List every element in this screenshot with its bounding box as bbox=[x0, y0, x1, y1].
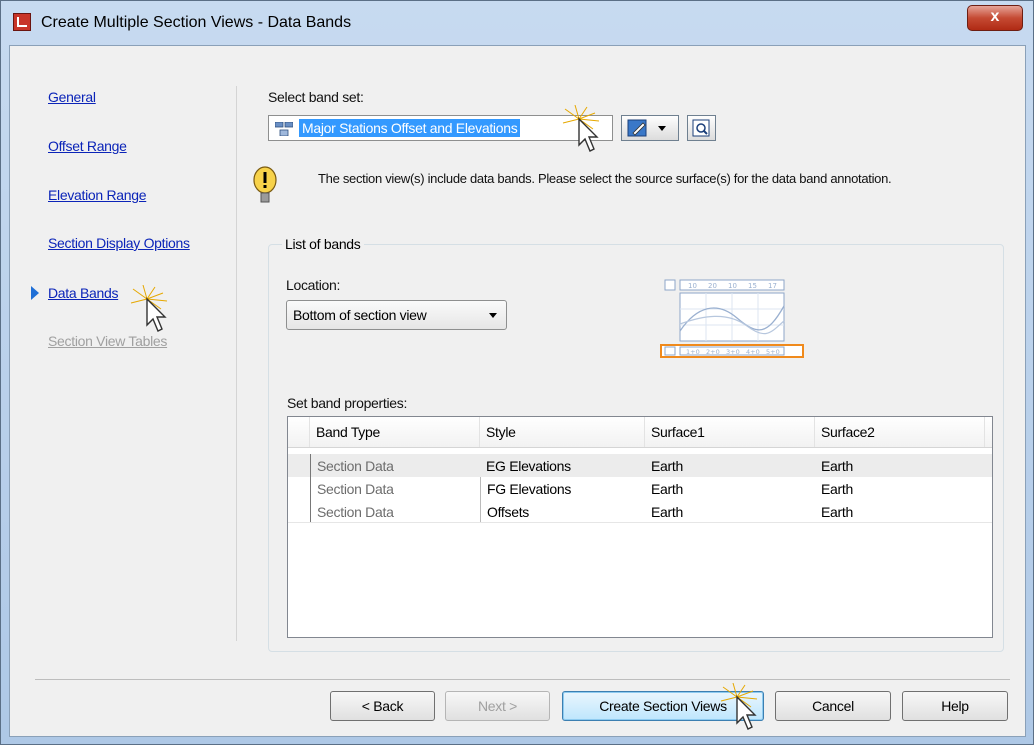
nav-divider bbox=[236, 86, 237, 641]
cell-surface2[interactable]: Earth bbox=[815, 477, 985, 500]
footer-divider bbox=[35, 679, 1010, 680]
back-button[interactable]: < Back bbox=[330, 691, 435, 721]
app-icon bbox=[13, 13, 31, 31]
row-header-corner bbox=[288, 417, 310, 447]
table-row[interactable]: Section Data EG Elevations Earth Earth bbox=[288, 454, 992, 477]
preview-bottom-tick: 3+0 bbox=[726, 348, 740, 356]
preview-top-tick: 17 bbox=[768, 282, 777, 290]
lightbulb-icon bbox=[253, 166, 277, 203]
cancel-button[interactable]: Cancel bbox=[775, 691, 891, 721]
cell-style[interactable]: FG Elevations bbox=[480, 477, 645, 500]
next-button: Next > bbox=[445, 691, 550, 721]
list-of-bands-title: List of bands bbox=[282, 236, 364, 252]
cell-style[interactable]: EG Elevations bbox=[480, 454, 645, 477]
location-dropdown[interactable]: Bottom of section view bbox=[286, 300, 507, 330]
window-title: Create Multiple Section Views - Data Ban… bbox=[41, 14, 352, 31]
column-header-band-type[interactable]: Band Type bbox=[310, 417, 480, 447]
preview-bottom-tick: 1+0 bbox=[686, 348, 700, 356]
cell-band-type: Section Data bbox=[310, 477, 480, 500]
cell-band-type: Section Data bbox=[310, 500, 480, 522]
table-row[interactable]: Section Data FG Elevations Earth Earth bbox=[288, 477, 992, 500]
preview-bottom-tick: 2+0 bbox=[706, 348, 720, 356]
nav-item-general[interactable]: General bbox=[48, 89, 96, 105]
preview-top-tick: 10 bbox=[688, 282, 697, 290]
help-button[interactable]: Help bbox=[902, 691, 1008, 721]
band-set-label: Select band set: bbox=[268, 89, 364, 105]
chevron-down-icon bbox=[489, 313, 497, 318]
column-header-surface2[interactable]: Surface2 bbox=[815, 417, 985, 447]
info-message: The section view(s) include data bands. … bbox=[318, 171, 892, 186]
nav-item-offset-range[interactable]: Offset Range bbox=[48, 138, 127, 154]
detail-band-set-button[interactable] bbox=[687, 115, 716, 141]
preview-top-tick: 15 bbox=[748, 282, 757, 290]
nav-item-section-display-options[interactable]: Section Display Options bbox=[48, 235, 190, 251]
grid-header: Band Type Style Surface1 Surface2 bbox=[288, 417, 992, 448]
click-cursor-icon bbox=[720, 683, 758, 730]
preview-top-tick: 20 bbox=[708, 282, 717, 290]
title-bar[interactable]: Create Multiple Section Views - Data Ban… bbox=[1, 1, 1033, 45]
band-location-preview: 10 20 10 15 17 1+0 2+0 3+0 4+0 5+0 bbox=[660, 279, 804, 358]
edit-band-set-button[interactable] bbox=[621, 115, 679, 141]
cell-surface2[interactable]: Earth bbox=[815, 454, 985, 477]
dialog-body: General Offset Range Elevation Range Sec… bbox=[9, 45, 1026, 737]
click-cursor-icon bbox=[130, 285, 168, 332]
table-row[interactable]: Section Data Offsets Earth Earth bbox=[288, 500, 992, 523]
preview-bottom-tick: 5+0 bbox=[766, 348, 780, 356]
cell-style[interactable]: Offsets bbox=[480, 500, 645, 522]
dialog-window: Create Multiple Section Views - Data Ban… bbox=[0, 0, 1034, 745]
column-header-style[interactable]: Style bbox=[480, 417, 645, 447]
band-properties-label: Set band properties: bbox=[287, 395, 408, 411]
preview-bottom-tick: 4+0 bbox=[746, 348, 760, 356]
cell-surface1[interactable]: Earth bbox=[645, 454, 815, 477]
close-button[interactable]: x bbox=[967, 5, 1023, 31]
click-cursor-icon bbox=[562, 105, 600, 152]
band-set-value: Major Stations Offset and Elevations bbox=[299, 119, 521, 137]
cell-surface1[interactable]: Earth bbox=[645, 500, 815, 522]
nav-item-section-view-tables: Section View Tables bbox=[48, 333, 168, 349]
preview-top-tick: 10 bbox=[728, 282, 737, 290]
cell-surface1[interactable]: Earth bbox=[645, 477, 815, 500]
nav-item-data-bands[interactable]: Data Bands bbox=[48, 285, 118, 301]
magnify-icon bbox=[692, 119, 710, 137]
band-properties-grid: Band Type Style Surface1 Surface2 Sectio… bbox=[287, 416, 993, 638]
column-header-surface1[interactable]: Surface1 bbox=[645, 417, 815, 447]
cell-surface2[interactable]: Earth bbox=[815, 500, 985, 522]
edit-pencil-icon bbox=[627, 119, 666, 137]
nav-item-elevation-range[interactable]: Elevation Range bbox=[48, 187, 147, 203]
cell-band-type: Section Data bbox=[310, 454, 480, 477]
current-step-arrow-icon bbox=[31, 286, 39, 300]
location-label: Location: bbox=[286, 277, 341, 293]
band-set-icon bbox=[275, 122, 293, 136]
location-value: Bottom of section view bbox=[293, 307, 427, 323]
